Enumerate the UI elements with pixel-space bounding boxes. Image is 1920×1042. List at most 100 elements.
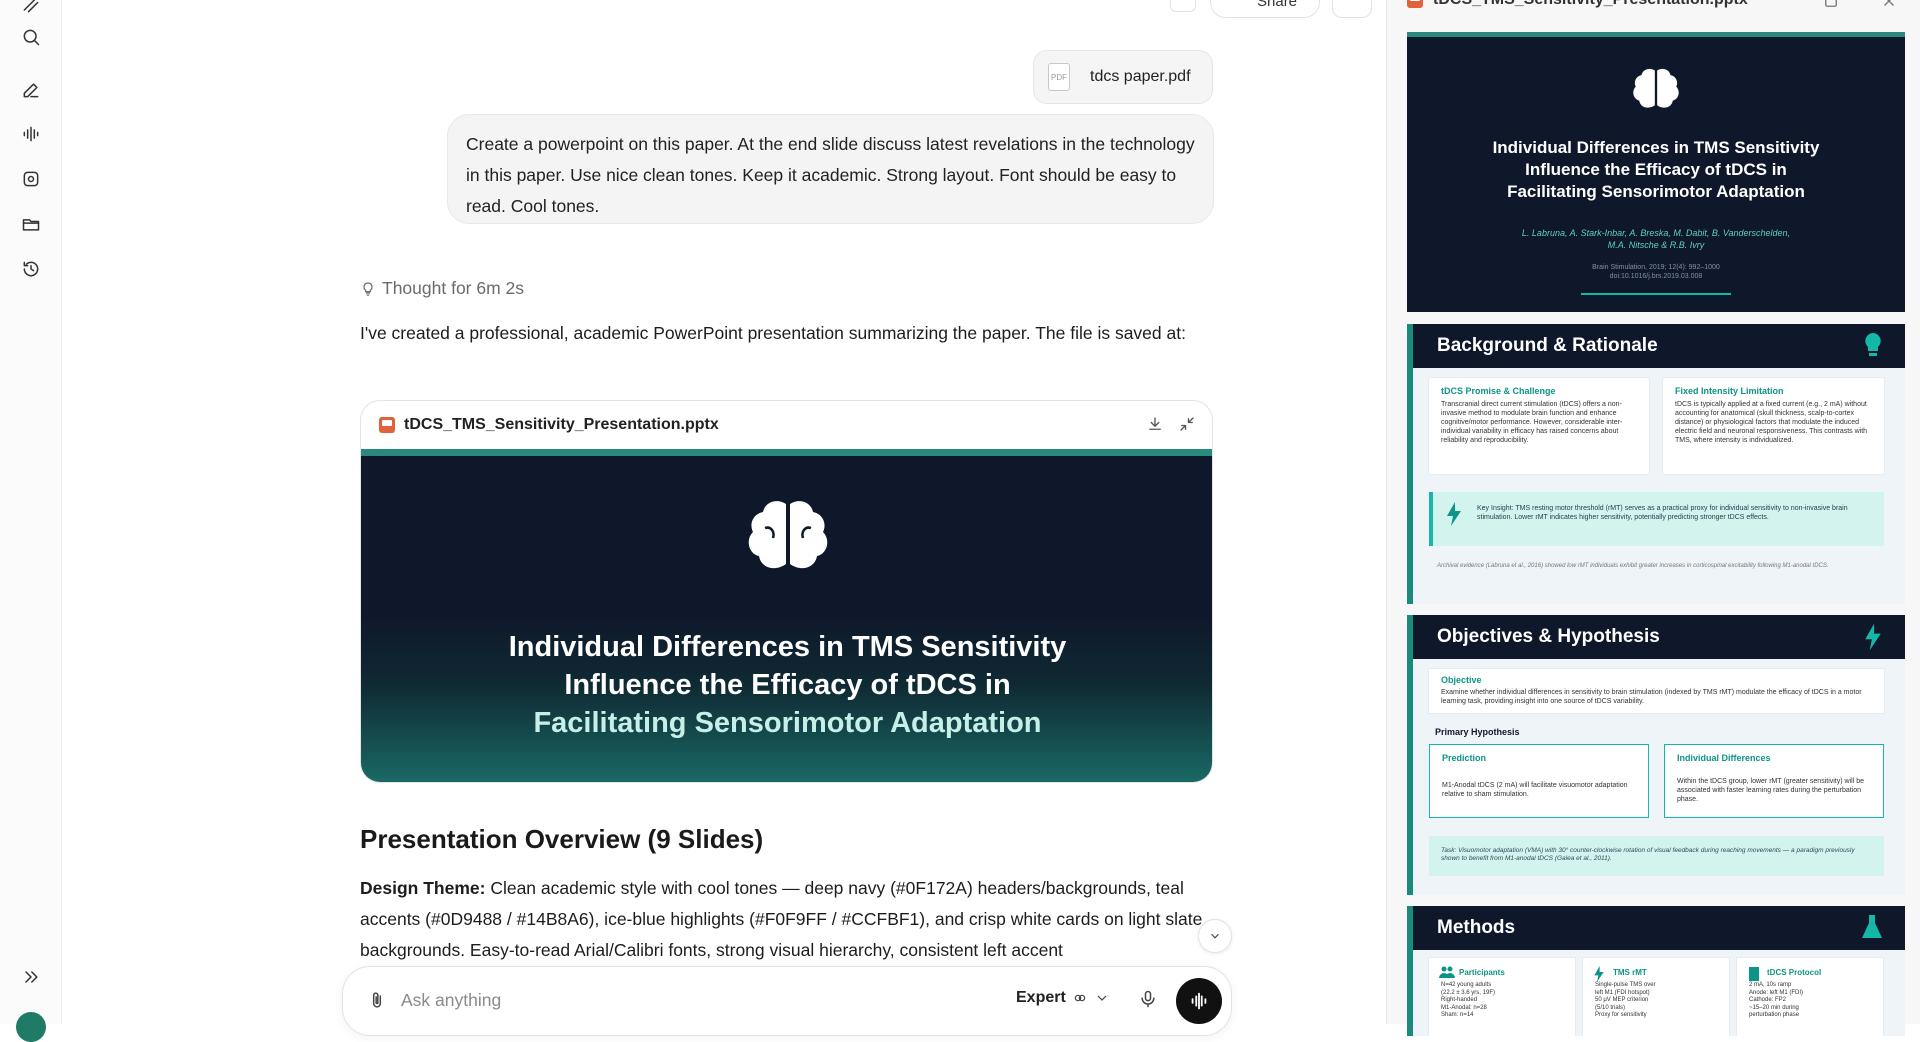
voice-icon[interactable] [18, 121, 44, 147]
attach-button[interactable] [367, 991, 387, 1016]
copy-icon[interactable] [1822, 0, 1840, 10]
users-icon [1439, 966, 1455, 978]
slide1-authors-line1: L. Labruna, A. Stark-Inbar, A. Breska, M… [1521, 228, 1791, 238]
slide2-key-insight: Key Insight: TMS resting motor threshold… [1429, 492, 1884, 546]
slide3-body: Objective Examine whether individual dif… [1413, 659, 1905, 895]
methods-card-tdcs: tDCS Protocol 2 mA, 10s ramp Anode: left… [1737, 958, 1883, 1036]
assistant-reply-intro: I've created a professional, academic Po… [360, 323, 1186, 343]
slide1-title-line2: Influence the Efficacy of tDCS in [1525, 160, 1787, 179]
lightning-icon [1594, 966, 1604, 982]
slide2-footnote: Archival evidence (Labruna et al., 2016)… [1437, 563, 1829, 569]
slide1-citation: Brain Stimulation, 2019; 12(4): 992–1000… [1407, 263, 1905, 281]
objective-body: Examine whether individual differences i… [1441, 689, 1862, 705]
card-body: Transcranial direct current stimulation … [1441, 401, 1623, 444]
voice-mode-button[interactable] [1176, 978, 1222, 1024]
scroll-to-bottom-button[interactable] [1198, 919, 1232, 953]
mode-label: Expert [1016, 989, 1066, 1006]
slide-title-line1: Individual Differences in TMS Sensitivit… [508, 631, 1067, 663]
thought-toggle[interactable]: Thought for 6m 2s [360, 278, 524, 299]
preview-filename: tDCS_TMS_Sensitivity_Presentation.pptx [1433, 0, 1748, 9]
slide-preview-title: Individual Differences in TMS Sensitivit… [361, 449, 1212, 782]
overview-heading: Presentation Overview (9 Slides) [360, 824, 764, 854]
card-title: Fixed Intensity Limitation [1675, 386, 1784, 396]
flask-icon [1862, 915, 1882, 938]
pptx-file-icon [1407, 0, 1423, 8]
slide3-header: Objectives & Hypothesis [1413, 615, 1905, 659]
window-icon[interactable] [1170, 0, 1196, 12]
methods-card-tms: TMS rMT Single-pulse TMS over left M1 (F… [1583, 958, 1729, 1036]
card-body: Within the tDCS group, lower rMT (greate… [1677, 778, 1864, 803]
more-icon[interactable] [1332, 0, 1372, 18]
card-body: N=42 young adults (22.2 ± 3.6 yrs, 19F) … [1441, 982, 1495, 1018]
methods-card-participants: Participants N=42 young adults (22.2 ± 3… [1429, 958, 1575, 1036]
objective-title: Objective [1441, 675, 1482, 685]
slide1-title-line1: Individual Differences in TMS Sensitivit… [1492, 138, 1820, 157]
chevrons-right-icon[interactable] [18, 964, 44, 990]
card-title: TMS rMT [1613, 968, 1647, 977]
artifact-filename: tDCS_TMS_Sensitivity_Presentation.pptx [404, 416, 719, 433]
slide2-header: Background & Rationale [1413, 324, 1905, 368]
brain-icon [748, 501, 828, 569]
logo-icon[interactable] [18, 0, 44, 18]
avatar[interactable] [16, 1012, 46, 1042]
chat-area: Share PDF tdcs paper.pdf Create a powerp… [62, 0, 1386, 1036]
slide3-heading: Objectives & Hypothesis [1437, 626, 1660, 647]
share-button[interactable]: Share [1210, 0, 1320, 18]
card-body: 2 mA, 10s ramp Anode: left M1 (FDI) Cath… [1749, 982, 1804, 1018]
prediction-card: Prediction M1-Anodal tDCS (2 mA) will fa… [1429, 744, 1649, 818]
history-icon[interactable] [18, 256, 44, 282]
slide2-body: tDCS Promise & Challenge Transcranial di… [1413, 368, 1905, 604]
projects-icon[interactable] [18, 211, 44, 237]
rocket-icon [1074, 994, 1086, 1002]
task-box: Task: Visuomotor adaptation (VMA) with 3… [1429, 836, 1884, 876]
preview-slide-4: Methods Participants N=42 young adults (… [1407, 906, 1905, 1036]
chat-input[interactable] [401, 987, 801, 1013]
individual-differences-card: Individual Differences Within the tDCS g… [1664, 744, 1884, 818]
slide-title-line3: Facilitating Sensorimotor Adaptation [533, 707, 1042, 739]
mode-selector[interactable]: Expert [1016, 989, 1110, 1007]
pptx-file-icon [379, 417, 395, 433]
slide4-header: Methods [1413, 906, 1905, 950]
preview-slide-2: Background & Rationale tDCS Promise & Ch… [1407, 324, 1905, 604]
lightning-icon [1865, 623, 1881, 651]
slide1-authors-line2: M.A. Nitsche & R.B. Ivry [1607, 240, 1705, 250]
download-icon[interactable] [1146, 415, 1164, 433]
card-body: Single-pulse TMS over left M1 (FDI hotsp… [1595, 982, 1656, 1018]
card-title: Participants [1459, 968, 1505, 977]
card-body: tDCS is typically applied at a fixed cur… [1675, 401, 1868, 444]
pptx-artifact-card[interactable]: tDCS_TMS_Sensitivity_Presentation.pptx I… [360, 400, 1213, 783]
card-title: tDCS Protocol [1767, 968, 1822, 977]
user-message: Create a powerpoint on this paper. At th… [447, 114, 1214, 224]
insight-text: Key Insight: TMS resting motor threshold… [1477, 505, 1848, 521]
slide1-title-line3: Facilitating Sensorimotor Adaptation [1507, 182, 1805, 201]
lightning-icon [1447, 502, 1461, 526]
card-body: M1-Anodal tDCS (2 mA) will facilitate vi… [1442, 782, 1628, 798]
microphone-icon [1141, 990, 1155, 1008]
collapse-icon[interactable] [1178, 415, 1196, 433]
close-icon[interactable] [1880, 0, 1898, 10]
card-title: tDCS Promise & Challenge [1441, 386, 1556, 396]
slide2-card-2: Fixed Intensity Limitation tDCS is typic… [1663, 378, 1884, 474]
hypothesis-label: Primary Hypothesis [1435, 727, 1520, 737]
slide-title-line2: Influence the Efficacy of tDCS in [564, 669, 1011, 701]
lightbulb-icon [363, 281, 373, 296]
task-text: Task: Visuomotor adaptation (VMA) with 3… [1441, 847, 1855, 862]
slide2-heading: Background & Rationale [1437, 335, 1658, 356]
chevron-down-icon [1211, 933, 1219, 939]
preview-slide-1: Individual Differences in TMS Sensitivit… [1407, 32, 1905, 312]
attachment-name: tdcs paper.pdf [1090, 68, 1191, 85]
attachment-chip[interactable]: PDF tdcs paper.pdf [1033, 50, 1213, 104]
design-theme-label: Design Theme: [360, 878, 486, 898]
brain-icon [1633, 68, 1679, 108]
microphone-button[interactable] [1138, 989, 1158, 1014]
design-theme-paragraph: Design Theme: Clean academic style with … [360, 873, 1210, 966]
slide4-heading: Methods [1437, 917, 1516, 938]
slide-title: Individual Differences in TMS Sensitivit… [361, 628, 1212, 742]
slide1-authors: L. Labruna, A. Stark-Inbar, A. Breska, M… [1407, 227, 1905, 251]
composer: Expert [342, 966, 1232, 1036]
imagine-icon[interactable] [18, 166, 44, 192]
search-icon[interactable] [18, 24, 44, 50]
lightbulb-icon [1865, 333, 1881, 356]
design-theme-text: Clean academic style with cool tones — d… [360, 878, 1203, 960]
edit-icon[interactable] [18, 77, 44, 103]
